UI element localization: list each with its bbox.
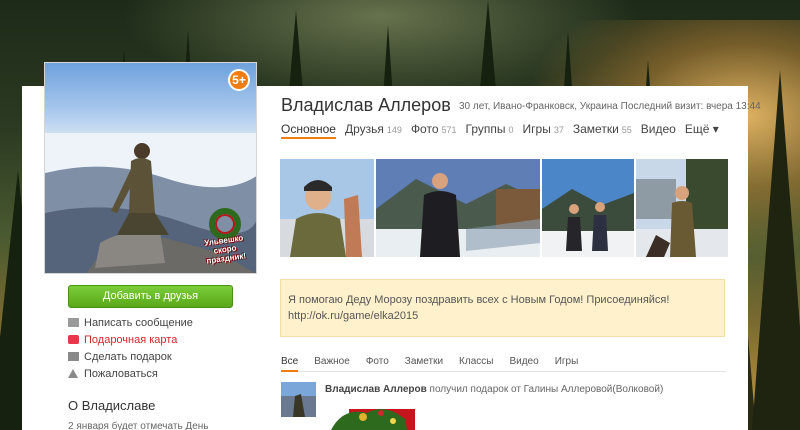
photo-thumbnail[interactable] (376, 159, 540, 257)
profile-name: Владислав Аллеров (281, 95, 451, 115)
profile-meta: 30 лет, Ивано-Франковск, Украина Последн… (459, 101, 761, 112)
make-gift-link[interactable]: Сделать подарок (68, 348, 268, 365)
tab-video[interactable]: Видео (641, 122, 676, 136)
report-link[interactable]: Пожаловаться (68, 365, 268, 382)
feed-tab-games[interactable]: Игры (555, 356, 579, 367)
game-promo-banner: Я помогаю Деду Морозу поздравить всех с … (280, 279, 725, 337)
tab-friends[interactable]: Друзья 149 (345, 122, 402, 136)
gift-icon (68, 352, 79, 361)
photo-thumbnail[interactable] (280, 159, 374, 257)
photo-thumbnail[interactable] (542, 159, 634, 257)
feed-tab-photo[interactable]: Фото (366, 356, 389, 367)
photo-strip (280, 159, 730, 257)
feed-tab-important[interactable]: Важное (314, 356, 350, 367)
holiday-wreath-sticker: Ульвешко скоро праздник! (199, 208, 251, 266)
gift-card-link[interactable]: Подарочная карта (68, 331, 268, 348)
profile-actions: Написать сообщение Подарочная карта Сдел… (68, 314, 268, 382)
tab-more[interactable]: Ещё ▾ (685, 122, 719, 136)
feed-tab-video[interactable]: Видео (509, 356, 538, 367)
tab-groups[interactable]: Группы 0 (466, 122, 514, 136)
gift-card-icon (68, 335, 79, 344)
about-text: 2 января будет отмечать День (68, 421, 209, 430)
feed-tab-notes[interactable]: Заметки (405, 356, 443, 367)
add-friend-button[interactable]: Добавить в друзья (68, 285, 233, 308)
feed-tabs: Все Важное Фото Заметки Классы Видео Игр… (281, 356, 726, 372)
gift-image[interactable] (323, 403, 415, 430)
tab-main[interactable]: Основное (281, 122, 336, 139)
tab-photos[interactable]: Фото 571 (411, 122, 457, 136)
mail-icon (68, 318, 79, 327)
feed-author-link[interactable]: Владислав Аллеров (325, 384, 427, 395)
feed-tab-all[interactable]: Все (281, 356, 299, 372)
profile-nav: Основное Друзья 149 Фото 571 Группы 0 Игры 3… (281, 122, 728, 139)
warning-icon (68, 369, 78, 378)
tab-notes[interactable]: Заметки 55 (573, 122, 632, 136)
send-message-link[interactable]: Написать сообщение (68, 314, 268, 331)
photo-thumbnail[interactable] (636, 159, 728, 257)
promo-link[interactable]: http://ok.ru/game/elka2015 (288, 308, 717, 324)
feed-item-text: Владислав Аллеров получил подарок от Гал… (325, 384, 664, 395)
feed-author-avatar[interactable] (281, 382, 316, 417)
age-rating-badge: 5+ (228, 69, 250, 91)
tab-games[interactable]: Игры 37 (523, 122, 564, 136)
feed-tab-classes[interactable]: Классы (459, 356, 493, 367)
about-heading: О Владиславе (68, 398, 156, 413)
